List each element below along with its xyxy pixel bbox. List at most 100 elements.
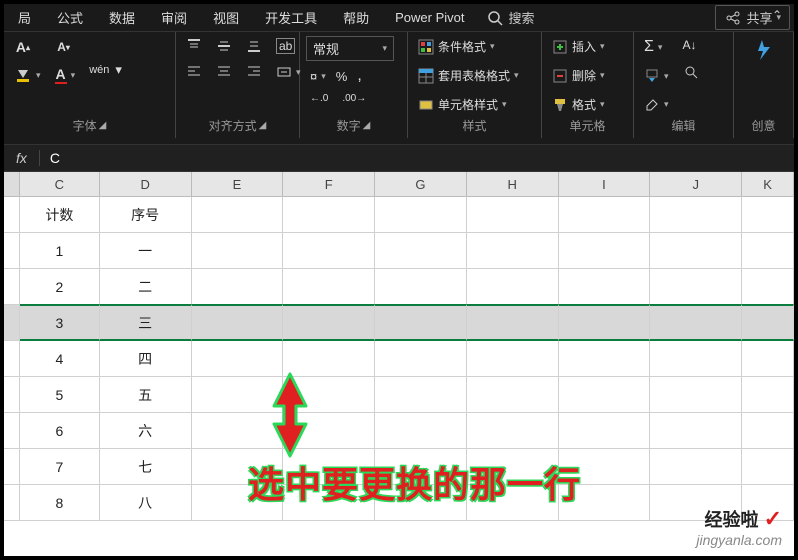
column-header[interactable]: I	[559, 172, 651, 196]
cell[interactable]	[192, 485, 284, 521]
cell[interactable]	[375, 377, 467, 413]
cell[interactable]	[192, 413, 284, 449]
cell[interactable]	[192, 377, 284, 413]
column-header[interactable]: F	[283, 172, 375, 196]
column-header[interactable]: K	[742, 172, 794, 196]
increase-decimal-button[interactable]: ←.0	[306, 91, 332, 106]
cell[interactable]	[742, 197, 794, 233]
table-row[interactable]: 2二	[4, 269, 794, 305]
cell[interactable]	[375, 413, 467, 449]
cell[interactable]	[467, 413, 559, 449]
sort-filter-button[interactable]: A↓	[679, 36, 703, 54]
tab-developer[interactable]: 开发工具	[255, 4, 327, 31]
tab-review[interactable]: 审阅	[151, 4, 197, 31]
cell[interactable]	[375, 304, 467, 341]
cell[interactable]	[559, 197, 651, 233]
delete-cells-button[interactable]: 删除▾	[548, 65, 609, 86]
table-row[interactable]: 4四	[4, 341, 794, 377]
cell[interactable]: 序号	[100, 197, 192, 233]
cell[interactable]	[283, 449, 375, 485]
phonetic-button[interactable]: wén▾	[85, 60, 126, 80]
cell[interactable]	[283, 413, 375, 449]
cell[interactable]	[650, 304, 742, 341]
cell[interactable]	[559, 304, 651, 341]
fx-button[interactable]: fx	[4, 150, 40, 166]
collapse-ribbon-button[interactable]: ⌃	[772, 8, 782, 22]
cell[interactable]	[467, 233, 559, 269]
column-header[interactable]: G	[375, 172, 467, 196]
cell[interactable]: 8	[20, 485, 100, 521]
cell[interactable]	[650, 485, 742, 521]
font-group-label[interactable]: 字体 ◢	[10, 115, 169, 136]
cell[interactable]: 三	[100, 304, 192, 341]
align-bottom-button[interactable]	[242, 36, 266, 56]
table-row[interactable]: 8八	[4, 485, 794, 521]
column-header[interactable]: D	[100, 172, 192, 196]
cell[interactable]	[283, 485, 375, 521]
insert-cells-button[interactable]: 插入▾	[548, 36, 609, 57]
cell[interactable]	[467, 485, 559, 521]
align-left-button[interactable]	[182, 62, 206, 82]
autosum-button[interactable]: Σ▾	[640, 36, 673, 58]
cell[interactable]	[559, 377, 651, 413]
tab-help[interactable]: 帮助	[333, 4, 379, 31]
cell[interactable]	[742, 377, 794, 413]
cell[interactable]: 7	[20, 449, 100, 485]
cell[interactable]: 七	[100, 449, 192, 485]
cell[interactable]	[650, 449, 742, 485]
cell[interactable]	[650, 269, 742, 305]
find-select-button[interactable]	[679, 62, 703, 82]
cell[interactable]	[742, 413, 794, 449]
cell[interactable]	[650, 377, 742, 413]
cell[interactable]	[650, 197, 742, 233]
cell[interactable]	[559, 269, 651, 305]
font-size-increase-button[interactable]: A▴	[10, 36, 45, 58]
cell[interactable]	[375, 269, 467, 305]
cell[interactable]: 二	[100, 269, 192, 305]
column-header[interactable]: J	[650, 172, 742, 196]
cell[interactable]: 一	[100, 233, 192, 269]
table-row[interactable]: 1一	[4, 233, 794, 269]
cell[interactable]	[467, 449, 559, 485]
number-format-select[interactable]: 常规▾	[306, 36, 394, 61]
cell[interactable]	[375, 485, 467, 521]
number-group-label[interactable]: 数字 ◢	[306, 115, 401, 136]
cell[interactable]	[375, 449, 467, 485]
cell[interactable]	[467, 377, 559, 413]
cell[interactable]	[742, 233, 794, 269]
cell[interactable]	[192, 269, 284, 305]
table-row[interactable]: 3三	[4, 305, 794, 341]
cell[interactable]	[283, 197, 375, 233]
align-right-button[interactable]	[242, 62, 266, 82]
tab-powerpivot[interactable]: Power Pivot	[385, 6, 474, 29]
cell[interactable]	[283, 377, 375, 413]
cell[interactable]	[375, 341, 467, 377]
cell[interactable]: 1	[20, 233, 100, 269]
comma-button[interactable]: ,	[353, 65, 365, 87]
cell[interactable]	[283, 233, 375, 269]
format-cells-button[interactable]: 格式▾	[548, 94, 609, 115]
cell[interactable]: 6	[20, 413, 100, 449]
cell[interactable]	[742, 269, 794, 305]
align-top-button[interactable]	[182, 36, 206, 56]
cell[interactable]	[192, 449, 284, 485]
cell[interactable]	[375, 233, 467, 269]
cell[interactable]: 四	[100, 341, 192, 377]
cell[interactable]	[283, 304, 375, 341]
cell[interactable]	[467, 197, 559, 233]
cell[interactable]: 五	[100, 377, 192, 413]
cell[interactable]: 3	[20, 304, 100, 341]
format-as-table-button[interactable]: 套用表格格式▾	[414, 65, 523, 86]
fill-button[interactable]: ▾	[640, 66, 673, 86]
column-header[interactable]: H	[467, 172, 559, 196]
cell[interactable]	[467, 304, 559, 341]
font-size-decrease-button[interactable]: A▾	[51, 36, 80, 58]
column-header[interactable]: E	[192, 172, 284, 196]
decrease-decimal-button[interactable]: .00→	[338, 91, 370, 106]
ideas-button[interactable]	[748, 36, 780, 64]
tab-layout[interactable]: 局	[8, 4, 41, 31]
cell[interactable]: 5	[20, 377, 100, 413]
cell[interactable]	[742, 341, 794, 377]
align-middle-button[interactable]	[212, 36, 236, 56]
formula-input[interactable]: C	[40, 150, 794, 166]
